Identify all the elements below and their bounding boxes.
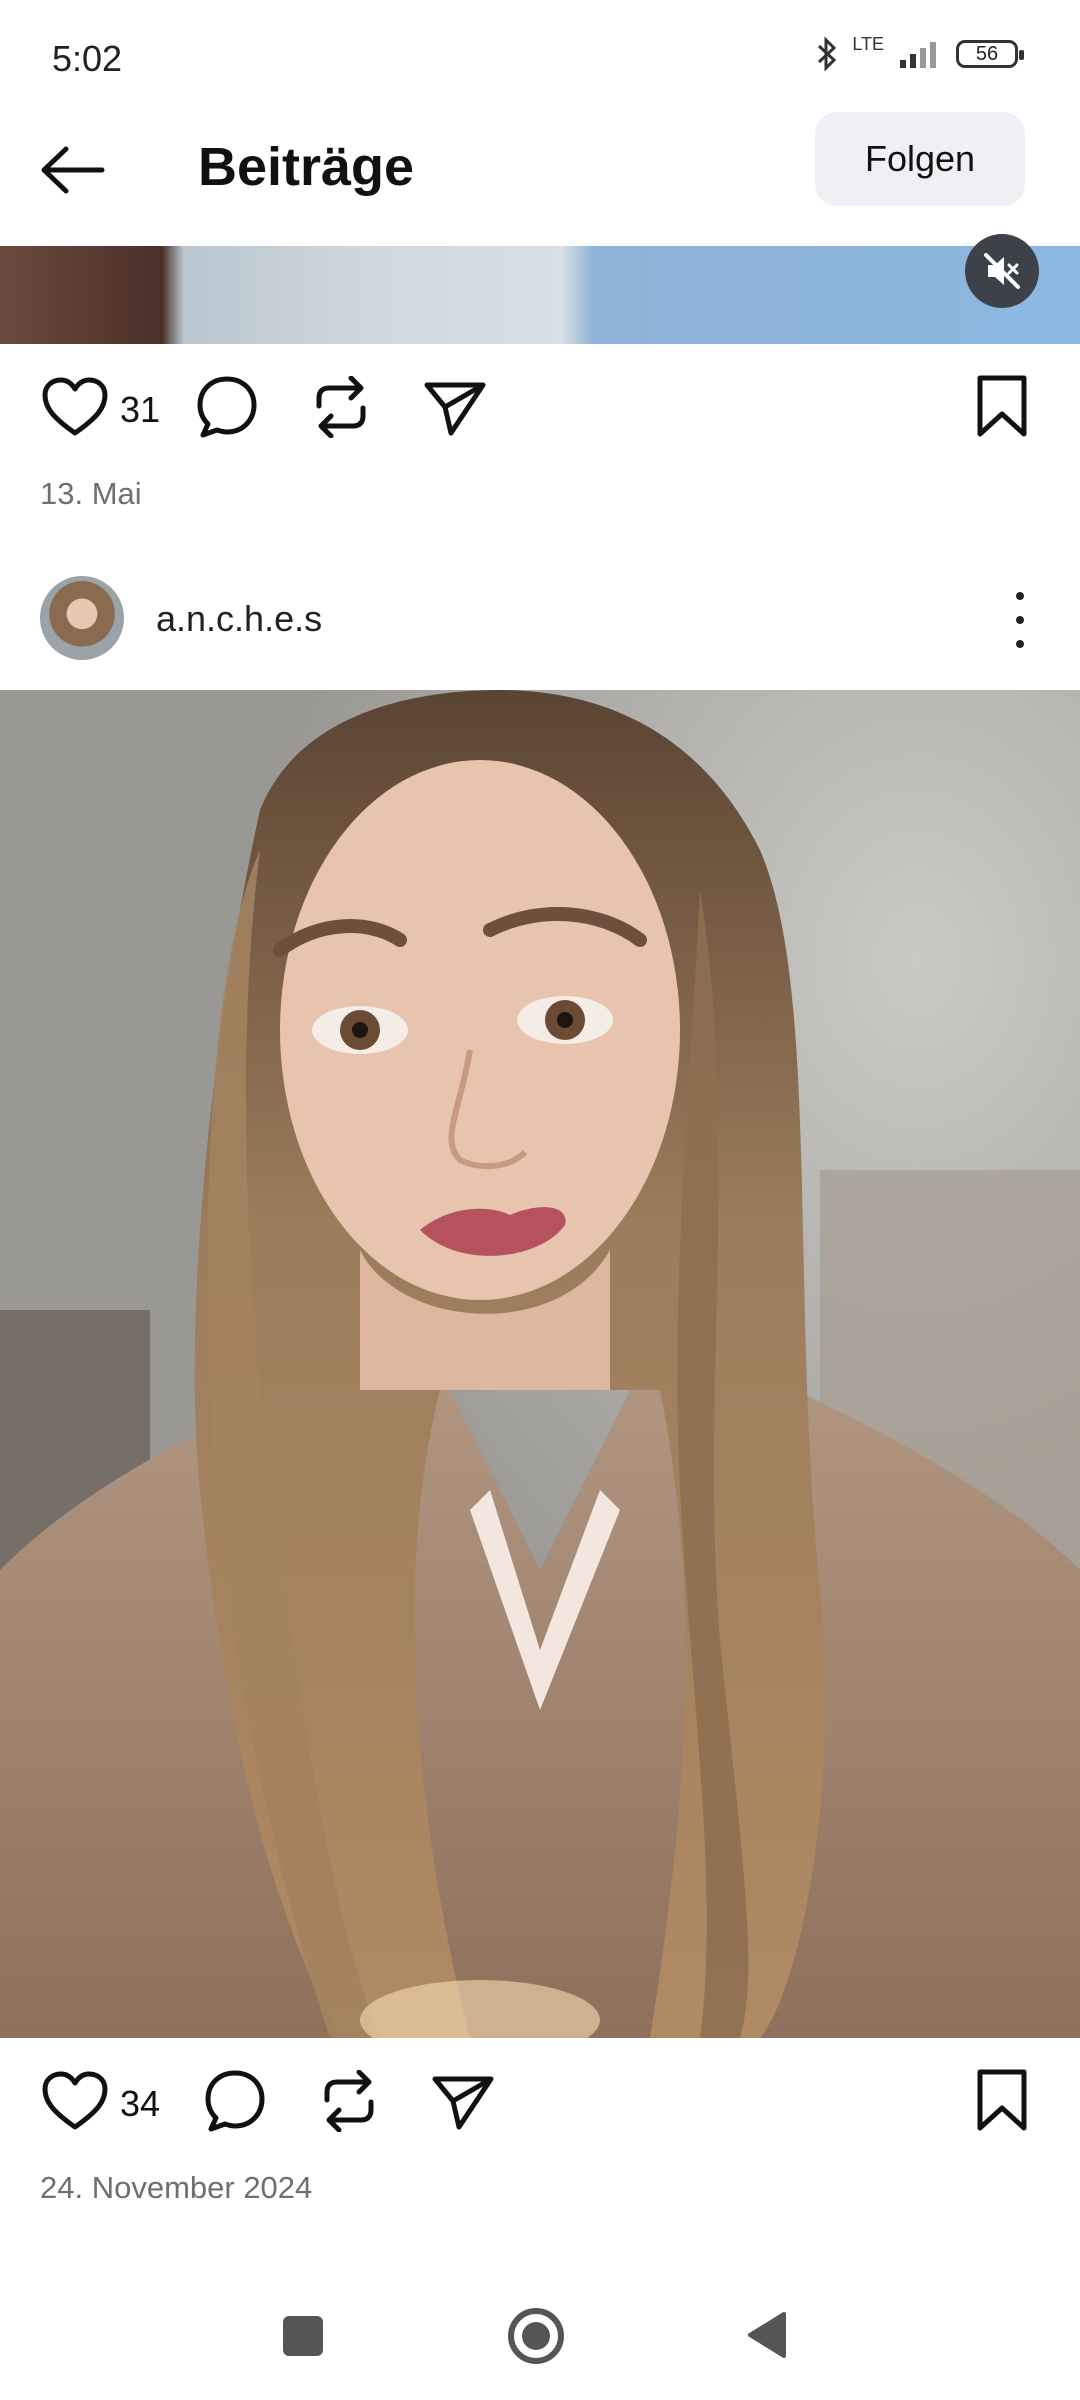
comment-bubble-icon: [197, 376, 257, 438]
back-button[interactable]: [38, 136, 118, 204]
comment-button[interactable]: [194, 374, 260, 440]
comment-button[interactable]: [202, 2068, 268, 2134]
share-button[interactable]: [430, 2068, 496, 2134]
post-date: 24. November 2024: [40, 2170, 313, 2205]
share-button[interactable]: [422, 374, 488, 440]
comment-bubble-icon: [205, 2070, 265, 2132]
status-icons: LTE 56: [816, 33, 1024, 72]
avatar[interactable]: [40, 576, 124, 660]
mute-button[interactable]: [965, 234, 1039, 308]
vertical-dots-icon: [1016, 592, 1024, 600]
repost-icon: [316, 376, 366, 438]
save-button[interactable]: [970, 2064, 1034, 2136]
bookmark-icon: [977, 375, 1027, 437]
system-back-button[interactable]: [744, 2310, 788, 2360]
speaker-muted-icon: [984, 253, 1020, 289]
arrow-left-icon: [41, 146, 105, 194]
like-count: 34: [120, 2083, 161, 2124]
network-type: LTE: [852, 33, 884, 54]
repost-button[interactable]: [308, 374, 374, 440]
battery-level: 56: [975, 42, 999, 65]
follow-button[interactable]: Folgen: [815, 112, 1025, 206]
status-time: 5:02: [52, 38, 123, 79]
paper-plane-icon: [424, 382, 486, 436]
bluetooth-icon: [818, 36, 837, 72]
repost-icon: [324, 2070, 374, 2132]
post-date: 13. Mai: [40, 476, 142, 511]
home-button[interactable]: [508, 2308, 564, 2364]
triangle-back-icon: [748, 2312, 786, 2358]
like-button[interactable]: [40, 374, 110, 440]
heart-icon: [42, 2071, 108, 2130]
page-title: Beiträge: [198, 137, 415, 197]
paper-plane-icon: [432, 2076, 494, 2130]
post-1-media[interactable]: [0, 246, 1080, 344]
heart-icon: [42, 377, 108, 436]
home-icon: [522, 2322, 550, 2350]
more-options-button[interactable]: [1000, 592, 1040, 648]
like-count: 31: [120, 389, 161, 430]
post-2-photo[interactable]: [0, 690, 1080, 2038]
signal-icon: [900, 42, 936, 68]
bookmark-icon: [977, 2069, 1027, 2131]
save-button[interactable]: [970, 370, 1034, 442]
recents-button[interactable]: [283, 2316, 323, 2356]
portrait-image: [0, 690, 1080, 2038]
repost-button[interactable]: [316, 2068, 382, 2134]
battery-icon: 56: [956, 40, 1024, 68]
like-button[interactable]: [40, 2068, 110, 2134]
username[interactable]: a.n.c.h.e.s: [156, 598, 322, 640]
